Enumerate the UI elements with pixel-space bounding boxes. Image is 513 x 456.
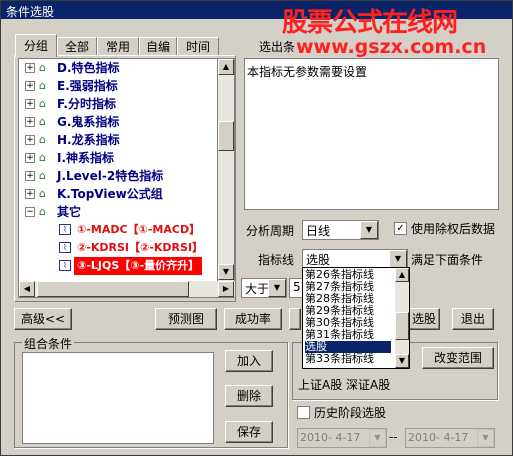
indicator-select[interactable]: 选股 ▼ <box>302 249 408 269</box>
expand-icon[interactable]: + <box>25 171 35 181</box>
date-to-value: 2010- 4-17 <box>408 431 469 444</box>
folder-icon: ⌂ <box>39 61 46 74</box>
scroll-right-icon[interactable]: ▶ <box>218 281 234 297</box>
expand-icon[interactable]: + <box>25 99 35 109</box>
tree-node-label: 其它 <box>57 205 82 219</box>
delete-button[interactable]: 删除 <box>225 385 273 407</box>
folder-icon: ⌂ <box>39 151 46 164</box>
tree-node-label: D.特色指标 <box>57 61 120 75</box>
compare-select[interactable]: 大于 ▼ <box>241 278 287 298</box>
tree-node-label: F.分时指标 <box>57 97 116 111</box>
tree-vertical-scrollbar[interactable]: ▲ ▼ <box>218 58 235 282</box>
tree-node-label: G.鬼系指标 <box>57 115 120 129</box>
tree-leaf-label: ③-LJQS【③-量价齐升】 <box>74 257 203 275</box>
period-label: 分析周期 <box>246 224 295 238</box>
change-range-button[interactable]: 改变范围 <box>422 347 494 369</box>
exit-button[interactable]: 退出 <box>452 308 494 330</box>
tab-group[interactable]: 分组 <box>15 34 57 57</box>
expand-icon[interactable]: + <box>25 189 35 199</box>
collapse-icon[interactable]: − <box>25 207 35 217</box>
advanced-button[interactable]: 高级<< <box>14 308 72 330</box>
folder-icon: ⌂ <box>39 205 46 218</box>
brand-title: 股票公式在线网 <box>282 8 458 38</box>
rights-label: 使用除权后数据 <box>411 222 496 236</box>
chevron-down-icon[interactable]: ▼ <box>389 250 407 268</box>
dropdown-item[interactable]: 第33条指标线 <box>305 353 374 365</box>
history-checkbox[interactable] <box>297 406 310 419</box>
scroll-left-icon[interactable]: ◀ <box>19 281 35 297</box>
folder-icon: ⌂ <box>39 187 46 200</box>
date-from-value: 2010- 4-17 <box>300 431 361 444</box>
chevron-down-icon[interactable]: ▼ <box>369 429 386 447</box>
folder-icon: ⌂ <box>39 115 46 128</box>
period-select[interactable]: 日线 ▼ <box>302 220 379 240</box>
compare-number[interactable]: 5 <box>289 278 303 298</box>
indicator-value: 选股 <box>306 253 331 267</box>
tree-node-label: H.龙系指标 <box>57 133 120 147</box>
indicator-dropdown-list[interactable]: 第26条指标线 第27条指标线 第28条指标线 第29条指标线 第30条指标线 … <box>302 267 410 369</box>
compare-value: 大于 <box>245 282 270 296</box>
combo-condition-list[interactable] <box>22 352 214 444</box>
range-text: 上证A股 深证A股 <box>298 378 391 392</box>
expand-icon[interactable]: + <box>25 81 35 91</box>
scroll-down-icon[interactable]: ▼ <box>218 264 234 280</box>
description-text: 本指标无参数需要设置 <box>247 65 368 79</box>
chevron-down-icon[interactable]: ▼ <box>360 221 378 239</box>
satisfy-label: 满足下面条件 <box>411 253 484 267</box>
tree-horizontal-scrollbar[interactable]: ◀ ▶ <box>18 281 236 298</box>
tree-leaf-label: ②-KDRSI【②-KDRSI】 <box>77 241 204 254</box>
scroll-up-icon[interactable]: ▲ <box>395 268 409 282</box>
indicator-tree[interactable]: + ⌂ D.特色指标 + ⌂ E.强弱指标 + ⌂ F.分时指标 + ⌂ G.鬼系指标 + ⌂ H.… <box>18 58 218 282</box>
tab-common[interactable]: 常用 <box>97 37 139 56</box>
brand-url: www.gszx.com.cn <box>296 36 487 58</box>
date-separator: -- <box>389 430 398 444</box>
date-from[interactable]: 2010- 4-17 ▼ <box>297 428 387 448</box>
expand-icon[interactable]: + <box>25 63 35 73</box>
expand-icon[interactable]: + <box>25 153 35 163</box>
tree-node-label: E.强弱指标 <box>57 79 118 93</box>
expand-icon[interactable]: + <box>25 135 35 145</box>
tab-custom[interactable]: 自编 <box>139 37 177 56</box>
formula-icon: ⌇ <box>59 224 71 235</box>
formula-icon: ⌇ <box>59 242 71 253</box>
scroll-thumb[interactable] <box>395 312 409 340</box>
folder-icon: ⌂ <box>39 133 46 146</box>
tree-node-label: K.TopView公式组 <box>57 187 163 201</box>
folder-icon: ⌂ <box>39 79 46 92</box>
scroll-thumb[interactable] <box>37 281 189 297</box>
save-button[interactable]: 保存 <box>225 421 273 443</box>
scroll-thumb[interactable] <box>218 121 234 151</box>
add-button[interactable]: 加入 <box>225 350 273 372</box>
scroll-up-icon[interactable]: ▲ <box>218 59 234 75</box>
tab-time[interactable]: 时间 <box>177 37 219 56</box>
indicator-label: 指标线 <box>258 253 295 267</box>
success-rate-button[interactable]: 成功率 <box>224 308 282 330</box>
history-label: 历史阶段选股 <box>314 406 387 420</box>
tree-node-label: I.神系指标 <box>57 151 115 165</box>
tree-leaf-label: ①-MADC【①-MACD】 <box>77 223 201 236</box>
chevron-down-icon[interactable]: ▼ <box>477 429 494 447</box>
formula-icon: ⌇ <box>59 260 71 271</box>
desc-header: 选出条 <box>259 40 296 54</box>
date-to[interactable]: 2010- 4-17 ▼ <box>405 428 495 448</box>
tree-node-label: J.Level-2特色指标 <box>57 169 164 183</box>
hidden-button[interactable] <box>289 308 301 330</box>
chevron-down-icon[interactable]: ▼ <box>268 279 286 297</box>
combo-condition-title: 组合条件 <box>22 335 75 352</box>
expand-icon[interactable]: + <box>25 117 35 127</box>
select-stock-button[interactable]: 选股 <box>408 308 440 330</box>
tab-all[interactable]: 全部 <box>57 37 97 56</box>
folder-icon: ⌂ <box>39 169 46 182</box>
description-box: 本指标无参数需要设置 <box>244 58 499 210</box>
compare-number-value: 5 <box>293 280 301 294</box>
preview-button[interactable]: 预测图 <box>155 308 217 330</box>
scroll-down-icon[interactable]: ▼ <box>395 354 409 368</box>
dropdown-scrollbar[interactable]: ▲ ▼ <box>395 268 409 368</box>
period-value: 日线 <box>306 224 331 238</box>
folder-icon: ⌂ <box>39 97 46 110</box>
window-title: 条件选股 <box>6 5 55 19</box>
rights-checkbox[interactable]: ✓ <box>394 222 407 235</box>
